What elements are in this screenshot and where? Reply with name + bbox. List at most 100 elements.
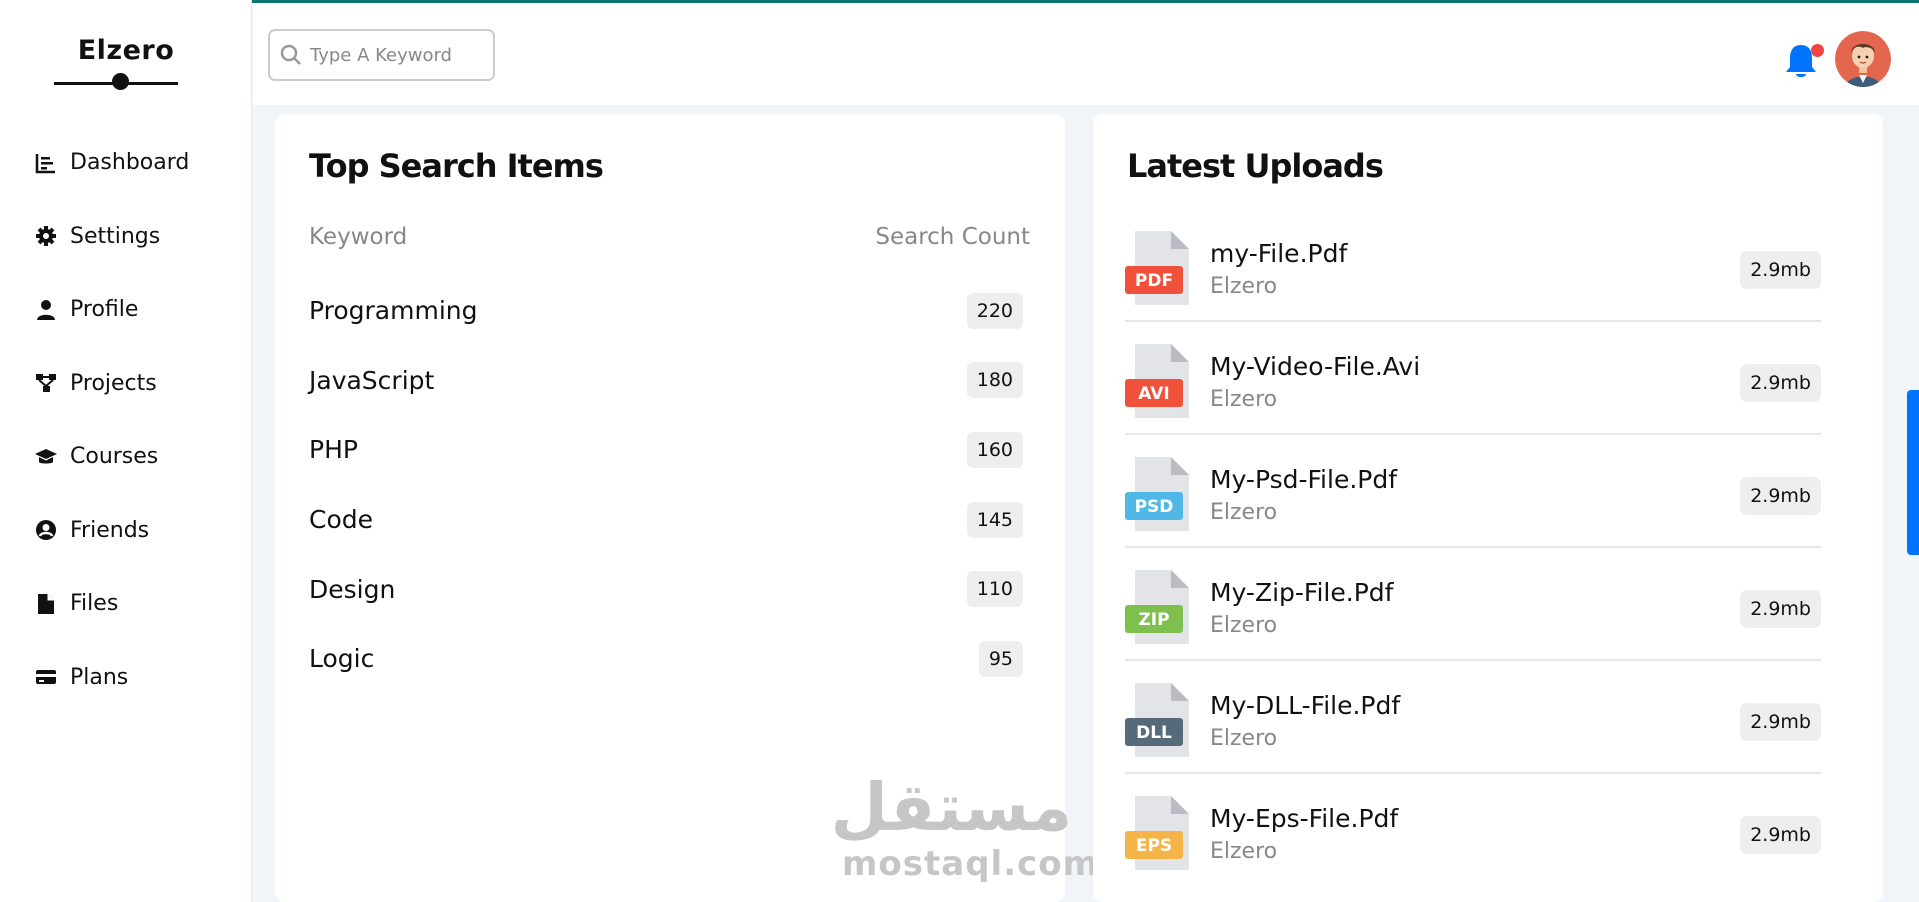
file-type-label: AVI [1138, 384, 1170, 404]
diagram-icon [34, 371, 58, 395]
file-name[interactable]: My-Psd-File.Pdf [1210, 465, 1397, 494]
watermark: مستقل mostaql.com [830, 769, 1100, 884]
table-row[interactable]: Design 110 [309, 554, 1030, 624]
file-type-label: DLL [1136, 723, 1172, 743]
file-type-icon: DLL [1125, 683, 1189, 757]
panel-title: Top Search Items [309, 147, 604, 185]
notification-badge [1811, 44, 1824, 57]
file-type-label: EPS [1136, 836, 1172, 856]
table-header: Keyword Search Count [309, 224, 1030, 250]
file-name[interactable]: My-Eps-File.Pdf [1210, 804, 1398, 833]
user-circle-icon [34, 518, 58, 542]
file-name[interactable]: My-Zip-File.Pdf [1210, 578, 1393, 607]
count-badge: 110 [966, 571, 1023, 608]
file-name[interactable]: My-Video-File.Avi [1210, 352, 1420, 381]
sidebar-item-files[interactable]: Files [0, 567, 252, 641]
list-item[interactable]: DLL My-DLL-File.Pdf Elzero 2.9mb [1125, 661, 1821, 774]
table-row[interactable]: PHP 160 [309, 415, 1030, 485]
panel-title: Latest Uploads [1127, 147, 1384, 185]
credit-card-icon [34, 665, 58, 689]
search-box[interactable] [268, 29, 495, 81]
list-item[interactable]: PDF my-File.Pdf Elzero 2.9mb [1125, 209, 1821, 322]
sidebar-item-dashboard[interactable]: Dashboard [0, 126, 252, 200]
keyword-cell: JavaScript [309, 365, 435, 395]
list-item[interactable]: AVI My-Video-File.Avi Elzero 2.9mb [1125, 322, 1821, 435]
count-badge: 95 [978, 640, 1023, 677]
file-owner: Elzero [1210, 500, 1278, 525]
file-owner: Elzero [1210, 613, 1278, 638]
sidebar-item-label: Files [70, 591, 119, 617]
table-body: Programming 220 JavaScript 180 PHP 160 C… [309, 276, 1030, 694]
list-item[interactable]: ZIP My-Zip-File.Pdf Elzero 2.9mb [1125, 548, 1821, 661]
file-size-badge: 2.9mb [1740, 703, 1821, 741]
sidebar-item-label: Courses [70, 444, 159, 470]
sidebar-item-projects[interactable]: Projects [0, 347, 252, 421]
list-item[interactable]: PSD My-Psd-File.Pdf Elzero 2.9mb [1125, 435, 1821, 548]
file-type-label: ZIP [1138, 610, 1169, 630]
file-size-badge: 2.9mb [1740, 364, 1821, 402]
top-header [253, 3, 1919, 105]
sidebar-item-settings[interactable]: Settings [0, 200, 252, 274]
gear-icon [34, 224, 58, 248]
file-list: PDF my-File.Pdf Elzero 2.9mb AVI My-Video-Fil… [1125, 209, 1821, 887]
keyword-cell: Programming [309, 296, 478, 326]
file-size-badge: 2.9mb [1740, 251, 1821, 289]
file-size-badge: 2.9mb [1740, 477, 1821, 515]
sidebar-item-label: Friends [70, 517, 150, 543]
brand-logo[interactable]: Elzero [0, 35, 252, 66]
sidebar-item-label: Projects [70, 370, 157, 396]
sidebar-item-courses[interactable]: Courses [0, 420, 252, 494]
file-type-icon: PDF [1125, 231, 1189, 305]
sidebar-item-profile[interactable]: Profile [0, 273, 252, 347]
search-input[interactable] [310, 44, 480, 66]
sidebar-item-label: Profile [70, 297, 139, 323]
file-type-label: PDF [1135, 271, 1173, 291]
column-header-keyword: Keyword [309, 224, 408, 250]
keyword-cell: Code [309, 505, 374, 535]
file-type-icon: ZIP [1125, 570, 1189, 644]
top-search-panel: Top Search Items Keyword Search Count Pr… [275, 114, 1098, 902]
file-owner: Elzero [1210, 387, 1278, 412]
file-owner: Elzero [1210, 726, 1278, 751]
table-row[interactable]: Code 145 [309, 485, 1030, 555]
watermark-arabic: مستقل [830, 769, 1072, 846]
search-icon [280, 44, 301, 65]
chart-icon [34, 151, 58, 175]
sidebar-item-label: Settings [70, 223, 161, 249]
sidebar-item-label: Dashboard [70, 150, 190, 176]
count-badge: 160 [966, 431, 1023, 468]
file-size-badge: 2.9mb [1740, 590, 1821, 628]
count-badge: 145 [966, 501, 1023, 538]
file-type-icon: EPS [1125, 796, 1189, 870]
table-row[interactable]: JavaScript 180 [309, 346, 1030, 416]
graduation-cap-icon [34, 445, 58, 469]
file-size-badge: 2.9mb [1740, 816, 1821, 854]
keyword-cell: PHP [309, 435, 358, 465]
latest-uploads-panel: Latest Uploads PDF my-File.Pdf Elzero 2.9mb… [1093, 114, 1883, 902]
sidebar-item-label: Plans [70, 664, 129, 690]
sidebar-item-plans[interactable]: Plans [0, 641, 252, 715]
keyword-cell: Logic [309, 644, 375, 674]
logo-dot [112, 73, 129, 90]
keyword-cell: Design [309, 574, 396, 604]
sidebar: Elzero Dashboard Settings Profile Projec… [0, 0, 252, 902]
file-owner: Elzero [1210, 839, 1278, 864]
file-type-label: PSD [1135, 497, 1174, 517]
file-owner: Elzero [1210, 274, 1278, 299]
count-badge: 220 [966, 292, 1023, 329]
count-badge: 180 [966, 362, 1023, 399]
watermark-latin: mostaql.com [842, 844, 1100, 884]
table-row[interactable]: Logic 95 [309, 624, 1030, 694]
file-name[interactable]: my-File.Pdf [1210, 239, 1347, 268]
file-type-icon: PSD [1125, 457, 1189, 531]
sidebar-nav: Dashboard Settings Profile Projects Cour… [0, 126, 252, 714]
file-type-icon: AVI [1125, 344, 1189, 418]
avatar[interactable] [1835, 31, 1891, 87]
scrollbar-accent[interactable] [1907, 390, 1919, 555]
user-icon [34, 298, 58, 322]
file-name[interactable]: My-DLL-File.Pdf [1210, 691, 1400, 720]
table-row[interactable]: Programming 220 [309, 276, 1030, 346]
sidebar-item-friends[interactable]: Friends [0, 494, 252, 568]
list-item[interactable]: EPS My-Eps-File.Pdf Elzero 2.9mb [1125, 774, 1821, 887]
column-header-count: Search Count [875, 224, 1030, 250]
